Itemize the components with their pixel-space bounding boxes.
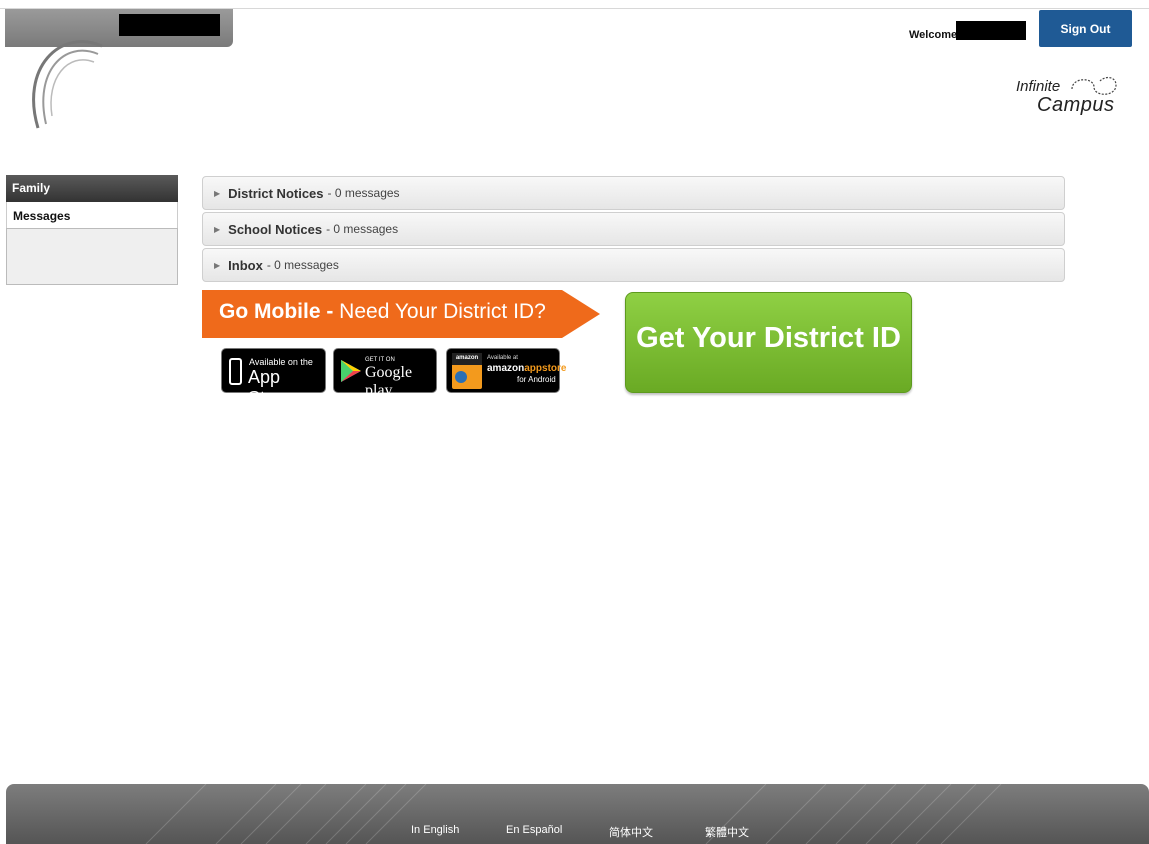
panel-title: District Notices: [228, 185, 324, 201]
panel-count: - 0 messages: [266, 258, 339, 272]
panel-count: - 0 messages: [327, 186, 400, 200]
sidebar: Family Messages: [6, 175, 178, 285]
badge-big-text: Google play: [365, 364, 413, 399]
amazon-apps-icon: amazon: [452, 353, 482, 389]
sidebar-empty-area: [6, 228, 178, 285]
redacted-school-name: [119, 14, 220, 36]
go-mobile-strong: Go Mobile -: [219, 300, 334, 323]
app-store-badge[interactable]: Available on the App Store: [221, 348, 326, 408]
brand-line1: Infinite: [1016, 78, 1061, 95]
welcome-label: Welcome: [909, 29, 958, 41]
redacted-user-name: [956, 21, 1026, 40]
expand-triangle-icon: ▶: [214, 188, 221, 198]
infinite-campus-logo: Infinite Campus: [1016, 75, 1120, 125]
badge-big-text: App Store: [248, 367, 292, 408]
amazon-icon-label: amazon: [452, 353, 482, 365]
infinity-swirl-icon: [1071, 76, 1117, 95]
inbox-panel[interactable]: ▶ Inbox - 0 messages: [202, 248, 1065, 282]
badge-small-text: GET IT ON: [365, 357, 395, 363]
badge-small-text: Available at: [487, 355, 518, 361]
language-link-english[interactable]: In English: [411, 824, 459, 836]
amazon-appstore-badge[interactable]: amazon Available at amazonappstore for A…: [446, 348, 566, 393]
badge-big-text: amazonappstore: [487, 363, 566, 374]
go-mobile-banner: Go Mobile - Need Your District ID?: [202, 290, 602, 338]
district-notices-panel[interactable]: ▶ District Notices - 0 messages: [202, 176, 1065, 210]
school-notices-panel[interactable]: ▶ School Notices - 0 messages: [202, 212, 1065, 246]
panel-title: School Notices: [228, 221, 323, 237]
appstore-word: appstore: [524, 363, 567, 374]
sidebar-item-messages[interactable]: Messages: [6, 202, 178, 228]
language-link-simplified-chinese[interactable]: 简体中文: [609, 824, 653, 840]
sign-out-button[interactable]: Sign Out: [1039, 10, 1132, 47]
get-district-id-button[interactable]: Get Your District ID: [625, 292, 912, 393]
amazon-word: amazon: [487, 363, 525, 374]
amazon-icon-circle: [455, 371, 467, 383]
footer: In English En Español 简体中文 繁體中文: [6, 784, 1149, 844]
google-play-icon: [341, 360, 361, 382]
sidebar-section-family: Family: [6, 175, 178, 202]
badge-small-text: Available on the: [249, 357, 313, 367]
expand-triangle-icon: ▶: [214, 224, 221, 234]
go-mobile-text: Go Mobile - Need Your District ID?: [219, 300, 546, 324]
panel-title: Inbox: [228, 257, 263, 273]
language-links: In English En Español 简体中文 繁體中文: [6, 824, 1149, 840]
go-mobile-rest: Need Your District ID?: [339, 300, 546, 323]
expand-triangle-icon: ▶: [214, 260, 221, 270]
campus-arc-logo: [32, 40, 103, 129]
language-link-traditional-chinese[interactable]: 繁體中文: [705, 824, 749, 840]
language-link-spanish[interactable]: En Español: [506, 824, 562, 836]
google-play-badge[interactable]: GET IT ON Google play: [333, 348, 437, 399]
panel-count: - 0 messages: [326, 222, 399, 236]
iphone-icon: [229, 358, 242, 385]
badge-sub-text: for Android: [517, 375, 556, 384]
